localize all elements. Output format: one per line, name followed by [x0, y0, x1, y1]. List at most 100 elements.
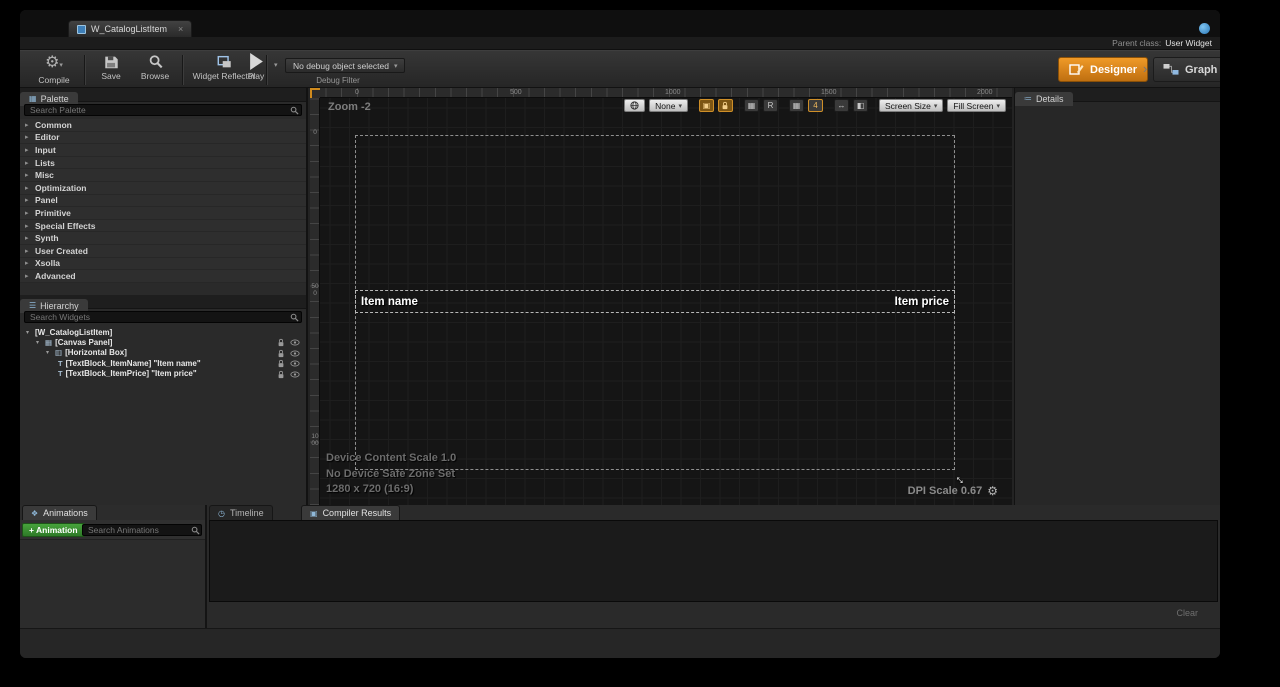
palette-category-misc[interactable]: ▸Misc: [20, 169, 306, 182]
text-block-icon: T: [58, 369, 63, 378]
lock-icon[interactable]: [277, 349, 285, 358]
hierarchy-row-canvas-panel[interactable]: ▾ ▦ [Canvas Panel]: [20, 337, 306, 347]
screen-size-dropdown[interactable]: Screen Size ▾: [879, 99, 943, 112]
palette-category-special-effects[interactable]: ▸Special Effects: [20, 220, 306, 233]
asset-tab[interactable]: W_CatalogListItem ×: [68, 20, 192, 37]
animations-search-input[interactable]: [82, 524, 202, 536]
lock-icon[interactable]: [277, 338, 285, 347]
save-button[interactable]: Save: [90, 54, 132, 81]
palette-category-optimization[interactable]: ▸Optimization: [20, 182, 306, 195]
visibility-eye-icon[interactable]: [290, 360, 300, 367]
item-name-text-widget[interactable]: Item name: [361, 296, 418, 308]
expander-icon[interactable]: ▸: [25, 209, 31, 217]
designer-controls: None ▾ ▣ ▦ R ▦ 4 ↔ ◧ Screen Size ▾ Fill: [624, 99, 1006, 112]
titlebar: W_CatalogListItem ×: [20, 10, 1220, 37]
expander-icon[interactable]: ▸: [25, 133, 31, 141]
details-panel: ≔ Details: [1014, 88, 1220, 505]
details-tab[interactable]: ≔ Details: [1015, 92, 1073, 106]
expander-icon[interactable]: ▸: [25, 222, 31, 230]
play-button[interactable]: Play: [234, 53, 278, 81]
expander-icon[interactable]: ▾: [46, 349, 52, 356]
compiler-results-tab[interactable]: ▣ Compiler Results: [301, 505, 400, 520]
hierarchy-row-root[interactable]: ▾ [W_CatalogListItem]: [20, 327, 306, 337]
item-price-text-widget[interactable]: Item price: [895, 296, 949, 308]
rotation-toggle-button[interactable]: R: [763, 99, 778, 112]
expander-icon[interactable]: ▸: [25, 259, 31, 267]
compiler-results-output[interactable]: [209, 520, 1218, 602]
ruler-label: 0: [355, 89, 359, 96]
hierarchy-item-label: [TextBlock_ItemName] "Item name": [66, 359, 201, 368]
chevron-down-icon: ▾: [678, 102, 682, 110]
clear-button[interactable]: Clear: [1176, 608, 1198, 618]
grid-snap-size-button[interactable]: 4: [808, 99, 823, 112]
lock-icon[interactable]: [277, 359, 285, 368]
palette-category-panel[interactable]: ▸Panel: [20, 195, 306, 208]
debug-object-value: No debug object selected: [293, 61, 389, 71]
palette-category-input[interactable]: ▸Input: [20, 144, 306, 157]
expander-icon[interactable]: ▸: [25, 184, 31, 192]
hierarchy-tree: ▾ [W_CatalogListItem] ▾ ▦ [Canvas Panel]…: [20, 327, 306, 379]
dpi-settings-gear-icon[interactable]: ⚙: [987, 484, 998, 498]
localization-preview-button[interactable]: [624, 99, 645, 112]
palette-category-primitive[interactable]: ▸Primitive: [20, 207, 306, 220]
details-header: ≔ Details: [1015, 88, 1220, 102]
compile-button[interactable]: ⚙▾ Compile: [28, 54, 80, 85]
graph-mode-button[interactable]: Graph: [1153, 57, 1220, 82]
visibility-eye-icon[interactable]: [290, 371, 300, 378]
palette-category-lists[interactable]: ▸Lists: [20, 157, 306, 170]
palette-category-advanced[interactable]: ▸Advanced: [20, 270, 306, 283]
palette-category-common[interactable]: ▸Common: [20, 119, 306, 132]
visibility-eye-icon[interactable]: [290, 339, 300, 346]
debug-filter-label: Debug Filter: [285, 76, 391, 85]
graph-icon: [1163, 63, 1179, 76]
ruler-corner: [310, 88, 320, 98]
layout-grid-toggle-button[interactable]: ▦: [789, 99, 804, 112]
visibility-eye-icon[interactable]: [290, 350, 300, 357]
expander-icon[interactable]: ▾: [36, 339, 42, 346]
expander-icon[interactable]: ▸: [25, 121, 31, 129]
expander-icon[interactable]: ▸: [25, 159, 31, 167]
designer-mode-button[interactable]: Designer: [1058, 57, 1148, 82]
play-options-chevron-icon[interactable]: ▾: [274, 61, 278, 69]
hierarchy-row-textblock-itemprice[interactable]: T [TextBlock_ItemPrice] "Item price": [20, 369, 306, 379]
lock-icon[interactable]: [277, 370, 285, 379]
add-animation-button[interactable]: + Animation: [22, 523, 85, 537]
debug-object-dropdown[interactable]: No debug object selected ▾: [285, 58, 405, 73]
browse-button[interactable]: Browse: [132, 54, 178, 81]
horizontal-box-widget[interactable]: Item name Item price: [355, 290, 955, 313]
palette-category-user-created[interactable]: ▸User Created: [20, 245, 306, 258]
palette-category-synth[interactable]: ▸Synth: [20, 232, 306, 245]
palette-category-editor[interactable]: ▸Editor: [20, 132, 306, 145]
expander-icon[interactable]: ▸: [25, 247, 31, 255]
lock-widgets-toggle-button[interactable]: [718, 99, 733, 112]
grid-snap-toggle-button[interactable]: ▦: [744, 99, 759, 112]
chevron-down-icon: ▾: [934, 102, 938, 110]
localization-none-dropdown[interactable]: None ▾: [649, 99, 688, 112]
flip-preview-button[interactable]: ◧: [853, 99, 868, 112]
graph-label: Graph: [1185, 64, 1217, 76]
palette-search-input[interactable]: [24, 104, 302, 116]
hierarchy-search-input[interactable]: [24, 311, 302, 323]
outline-toggle-button[interactable]: ▣: [699, 99, 714, 112]
expander-icon[interactable]: ▸: [25, 234, 31, 242]
hierarchy-row-horizontal-box[interactable]: ▾ ▥ [Horizontal Box]: [20, 348, 306, 358]
globe-icon: [630, 101, 639, 110]
expander-icon[interactable]: ▸: [25, 171, 31, 179]
hierarchy-header: ☰ Hierarchy: [20, 295, 306, 309]
designer-viewport[interactable]: 0 500 1000 1500 2000 0 500 1000 Zoom -2 …: [310, 88, 1012, 505]
expander-icon[interactable]: ▸: [25, 272, 31, 280]
expander-icon[interactable]: ▸: [25, 196, 31, 204]
ruler-label: 1000: [665, 89, 681, 96]
timeline-tab[interactable]: ◷ Timeline: [209, 505, 273, 520]
fill-screen-dropdown[interactable]: Fill Screen ▾: [947, 99, 1006, 112]
tab-close-icon[interactable]: ×: [178, 25, 183, 34]
hierarchy-row-textblock-itemname[interactable]: T [TextBlock_ItemName] "Item name": [20, 358, 306, 368]
widget-reflector-icon: [216, 54, 233, 70]
hierarchy-title: Hierarchy: [40, 301, 79, 311]
animations-tab[interactable]: ❖ Animations: [22, 505, 97, 520]
horizontal-box-icon: ▥: [55, 348, 62, 357]
resize-mode-button[interactable]: ↔: [834, 99, 849, 112]
expander-icon[interactable]: ▸: [25, 146, 31, 154]
expander-icon[interactable]: ▾: [26, 329, 32, 336]
palette-category-xsolla[interactable]: ▸Xsolla: [20, 258, 306, 271]
